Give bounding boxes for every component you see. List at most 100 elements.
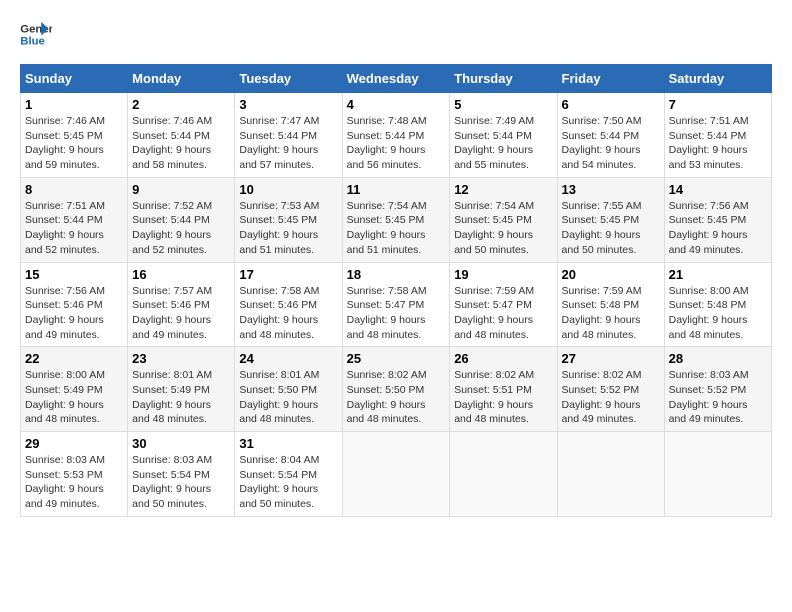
day-number: 5	[454, 97, 552, 112]
day-content: Sunrise: 8:02 AM Sunset: 5:51 PM Dayligh…	[454, 368, 552, 427]
day-cell: 17 Sunrise: 7:58 AM Sunset: 5:46 PM Dayl…	[235, 262, 342, 347]
column-header-friday: Friday	[557, 65, 664, 93]
day-content: Sunrise: 8:03 AM Sunset: 5:53 PM Dayligh…	[25, 453, 123, 512]
logo: General Blue	[20, 20, 56, 48]
day-cell: 16 Sunrise: 7:57 AM Sunset: 5:46 PM Dayl…	[128, 262, 235, 347]
day-number: 2	[132, 97, 230, 112]
day-content: Sunrise: 7:59 AM Sunset: 5:48 PM Dayligh…	[562, 284, 660, 343]
day-number: 19	[454, 267, 552, 282]
day-cell: 9 Sunrise: 7:52 AM Sunset: 5:44 PM Dayli…	[128, 177, 235, 262]
day-cell: 14 Sunrise: 7:56 AM Sunset: 5:45 PM Dayl…	[664, 177, 771, 262]
column-header-monday: Monday	[128, 65, 235, 93]
day-number: 15	[25, 267, 123, 282]
day-cell: 22 Sunrise: 8:00 AM Sunset: 5:49 PM Dayl…	[21, 347, 128, 432]
day-number: 10	[239, 182, 337, 197]
day-cell: 7 Sunrise: 7:51 AM Sunset: 5:44 PM Dayli…	[664, 93, 771, 178]
day-content: Sunrise: 7:59 AM Sunset: 5:47 PM Dayligh…	[454, 284, 552, 343]
column-header-tuesday: Tuesday	[235, 65, 342, 93]
day-content: Sunrise: 8:04 AM Sunset: 5:54 PM Dayligh…	[239, 453, 337, 512]
day-number: 17	[239, 267, 337, 282]
column-header-saturday: Saturday	[664, 65, 771, 93]
week-row-3: 15 Sunrise: 7:56 AM Sunset: 5:46 PM Dayl…	[21, 262, 772, 347]
day-number: 11	[347, 182, 446, 197]
day-content: Sunrise: 7:54 AM Sunset: 5:45 PM Dayligh…	[347, 199, 446, 258]
day-cell: 31 Sunrise: 8:04 AM Sunset: 5:54 PM Dayl…	[235, 432, 342, 517]
day-cell	[450, 432, 557, 517]
day-content: Sunrise: 7:52 AM Sunset: 5:44 PM Dayligh…	[132, 199, 230, 258]
day-content: Sunrise: 8:02 AM Sunset: 5:52 PM Dayligh…	[562, 368, 660, 427]
day-content: Sunrise: 7:46 AM Sunset: 5:45 PM Dayligh…	[25, 114, 123, 173]
day-number: 4	[347, 97, 446, 112]
day-number: 13	[562, 182, 660, 197]
day-number: 29	[25, 436, 123, 451]
day-cell: 28 Sunrise: 8:03 AM Sunset: 5:52 PM Dayl…	[664, 347, 771, 432]
day-cell: 1 Sunrise: 7:46 AM Sunset: 5:45 PM Dayli…	[21, 93, 128, 178]
column-header-sunday: Sunday	[21, 65, 128, 93]
day-content: Sunrise: 7:56 AM Sunset: 5:46 PM Dayligh…	[25, 284, 123, 343]
day-cell: 3 Sunrise: 7:47 AM Sunset: 5:44 PM Dayli…	[235, 93, 342, 178]
day-number: 12	[454, 182, 552, 197]
day-cell: 27 Sunrise: 8:02 AM Sunset: 5:52 PM Dayl…	[557, 347, 664, 432]
day-number: 20	[562, 267, 660, 282]
day-content: Sunrise: 8:03 AM Sunset: 5:54 PM Dayligh…	[132, 453, 230, 512]
day-number: 30	[132, 436, 230, 451]
day-number: 22	[25, 351, 123, 366]
logo-icon: General Blue	[20, 20, 52, 48]
day-content: Sunrise: 7:50 AM Sunset: 5:44 PM Dayligh…	[562, 114, 660, 173]
day-content: Sunrise: 7:49 AM Sunset: 5:44 PM Dayligh…	[454, 114, 552, 173]
day-cell: 20 Sunrise: 7:59 AM Sunset: 5:48 PM Dayl…	[557, 262, 664, 347]
day-cell: 5 Sunrise: 7:49 AM Sunset: 5:44 PM Dayli…	[450, 93, 557, 178]
day-number: 21	[669, 267, 767, 282]
day-content: Sunrise: 7:54 AM Sunset: 5:45 PM Dayligh…	[454, 199, 552, 258]
day-cell: 11 Sunrise: 7:54 AM Sunset: 5:45 PM Dayl…	[342, 177, 450, 262]
day-content: Sunrise: 7:46 AM Sunset: 5:44 PM Dayligh…	[132, 114, 230, 173]
svg-text:Blue: Blue	[20, 36, 45, 48]
day-cell: 6 Sunrise: 7:50 AM Sunset: 5:44 PM Dayli…	[557, 93, 664, 178]
day-content: Sunrise: 8:01 AM Sunset: 5:49 PM Dayligh…	[132, 368, 230, 427]
day-cell: 26 Sunrise: 8:02 AM Sunset: 5:51 PM Dayl…	[450, 347, 557, 432]
day-content: Sunrise: 7:51 AM Sunset: 5:44 PM Dayligh…	[25, 199, 123, 258]
day-number: 9	[132, 182, 230, 197]
day-content: Sunrise: 7:51 AM Sunset: 5:44 PM Dayligh…	[669, 114, 767, 173]
day-cell: 13 Sunrise: 7:55 AM Sunset: 5:45 PM Dayl…	[557, 177, 664, 262]
day-cell	[557, 432, 664, 517]
day-content: Sunrise: 7:55 AM Sunset: 5:45 PM Dayligh…	[562, 199, 660, 258]
day-number: 28	[669, 351, 767, 366]
column-header-wednesday: Wednesday	[342, 65, 450, 93]
day-cell	[342, 432, 450, 517]
day-number: 16	[132, 267, 230, 282]
week-row-4: 22 Sunrise: 8:00 AM Sunset: 5:49 PM Dayl…	[21, 347, 772, 432]
day-number: 27	[562, 351, 660, 366]
day-number: 8	[25, 182, 123, 197]
day-cell: 12 Sunrise: 7:54 AM Sunset: 5:45 PM Dayl…	[450, 177, 557, 262]
day-number: 26	[454, 351, 552, 366]
day-number: 31	[239, 436, 337, 451]
day-cell: 29 Sunrise: 8:03 AM Sunset: 5:53 PM Dayl…	[21, 432, 128, 517]
day-content: Sunrise: 7:56 AM Sunset: 5:45 PM Dayligh…	[669, 199, 767, 258]
day-content: Sunrise: 7:47 AM Sunset: 5:44 PM Dayligh…	[239, 114, 337, 173]
day-cell: 15 Sunrise: 7:56 AM Sunset: 5:46 PM Dayl…	[21, 262, 128, 347]
day-number: 1	[25, 97, 123, 112]
day-number: 14	[669, 182, 767, 197]
day-cell: 2 Sunrise: 7:46 AM Sunset: 5:44 PM Dayli…	[128, 93, 235, 178]
day-cell: 24 Sunrise: 8:01 AM Sunset: 5:50 PM Dayl…	[235, 347, 342, 432]
day-number: 3	[239, 97, 337, 112]
day-content: Sunrise: 7:53 AM Sunset: 5:45 PM Dayligh…	[239, 199, 337, 258]
page-header: General Blue	[20, 20, 772, 48]
day-cell: 8 Sunrise: 7:51 AM Sunset: 5:44 PM Dayli…	[21, 177, 128, 262]
day-number: 25	[347, 351, 446, 366]
day-content: Sunrise: 8:03 AM Sunset: 5:52 PM Dayligh…	[669, 368, 767, 427]
day-cell: 30 Sunrise: 8:03 AM Sunset: 5:54 PM Dayl…	[128, 432, 235, 517]
day-cell: 19 Sunrise: 7:59 AM Sunset: 5:47 PM Dayl…	[450, 262, 557, 347]
day-number: 7	[669, 97, 767, 112]
day-content: Sunrise: 7:58 AM Sunset: 5:47 PM Dayligh…	[347, 284, 446, 343]
day-content: Sunrise: 8:00 AM Sunset: 5:48 PM Dayligh…	[669, 284, 767, 343]
day-cell: 10 Sunrise: 7:53 AM Sunset: 5:45 PM Dayl…	[235, 177, 342, 262]
day-content: Sunrise: 7:57 AM Sunset: 5:46 PM Dayligh…	[132, 284, 230, 343]
day-cell: 23 Sunrise: 8:01 AM Sunset: 5:49 PM Dayl…	[128, 347, 235, 432]
week-row-1: 1 Sunrise: 7:46 AM Sunset: 5:45 PM Dayli…	[21, 93, 772, 178]
day-number: 18	[347, 267, 446, 282]
header-row: SundayMondayTuesdayWednesdayThursdayFrid…	[21, 65, 772, 93]
day-number: 24	[239, 351, 337, 366]
day-content: Sunrise: 8:00 AM Sunset: 5:49 PM Dayligh…	[25, 368, 123, 427]
